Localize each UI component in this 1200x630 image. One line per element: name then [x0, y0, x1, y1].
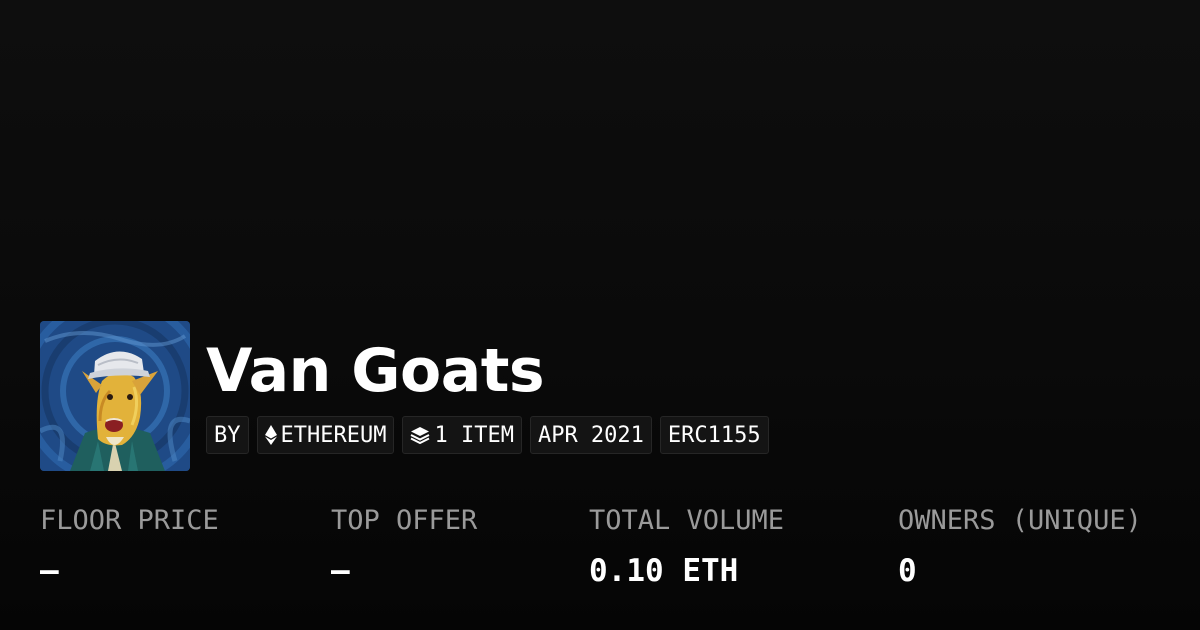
stat-total-volume: TOTAL VOLUME 0.10 ETH — [589, 503, 784, 589]
collection-title: Van Goats — [206, 336, 545, 406]
creator-tag[interactable]: BY — [206, 416, 249, 454]
items-label: 1 ITEM — [434, 422, 514, 448]
collection-tags: BY ETHEREUM 1 ITEM APR 2021 ERC1155 — [206, 416, 769, 454]
stat-value: 0.10 ETH — [589, 553, 739, 589]
chain-label: ETHEREUM — [280, 422, 387, 448]
chain-tag[interactable]: ETHEREUM — [256, 416, 395, 454]
stat-value: – — [40, 553, 59, 589]
date-tag: APR 2021 — [529, 416, 652, 454]
layers-icon — [410, 426, 430, 444]
stat-value: – — [331, 553, 350, 589]
stat-top-offer: TOP OFFER – — [331, 503, 477, 589]
collection-avatar — [40, 321, 190, 471]
stat-label: TOP OFFER — [331, 505, 478, 536]
creator-prefix: BY — [214, 422, 241, 448]
collection-stats: FLOOR PRICE – TOP OFFER – TOTAL VOLUME 0… — [0, 503, 1200, 613]
standard-label: ERC1155 — [667, 422, 761, 448]
date-label: APR 2021 — [537, 422, 644, 448]
stat-label: TOTAL VOLUME — [589, 505, 785, 536]
standard-tag: ERC1155 — [659, 416, 769, 454]
stat-owners: OWNERS (UNIQUE) 0 — [898, 503, 1142, 589]
stat-floor-price: FLOOR PRICE – — [40, 503, 219, 589]
stat-label: OWNERS (UNIQUE) — [898, 505, 1142, 536]
title-block: Van Goats BY ETHEREUM 1 ITEM APR 2021 ER… — [206, 321, 769, 454]
ethereum-icon — [264, 425, 277, 445]
stat-value: 0 — [898, 553, 917, 589]
stat-label: FLOOR PRICE — [40, 505, 219, 536]
collection-header: Van Goats BY ETHEREUM 1 ITEM APR 2021 ER… — [40, 321, 769, 471]
items-tag[interactable]: 1 ITEM — [402, 416, 522, 454]
